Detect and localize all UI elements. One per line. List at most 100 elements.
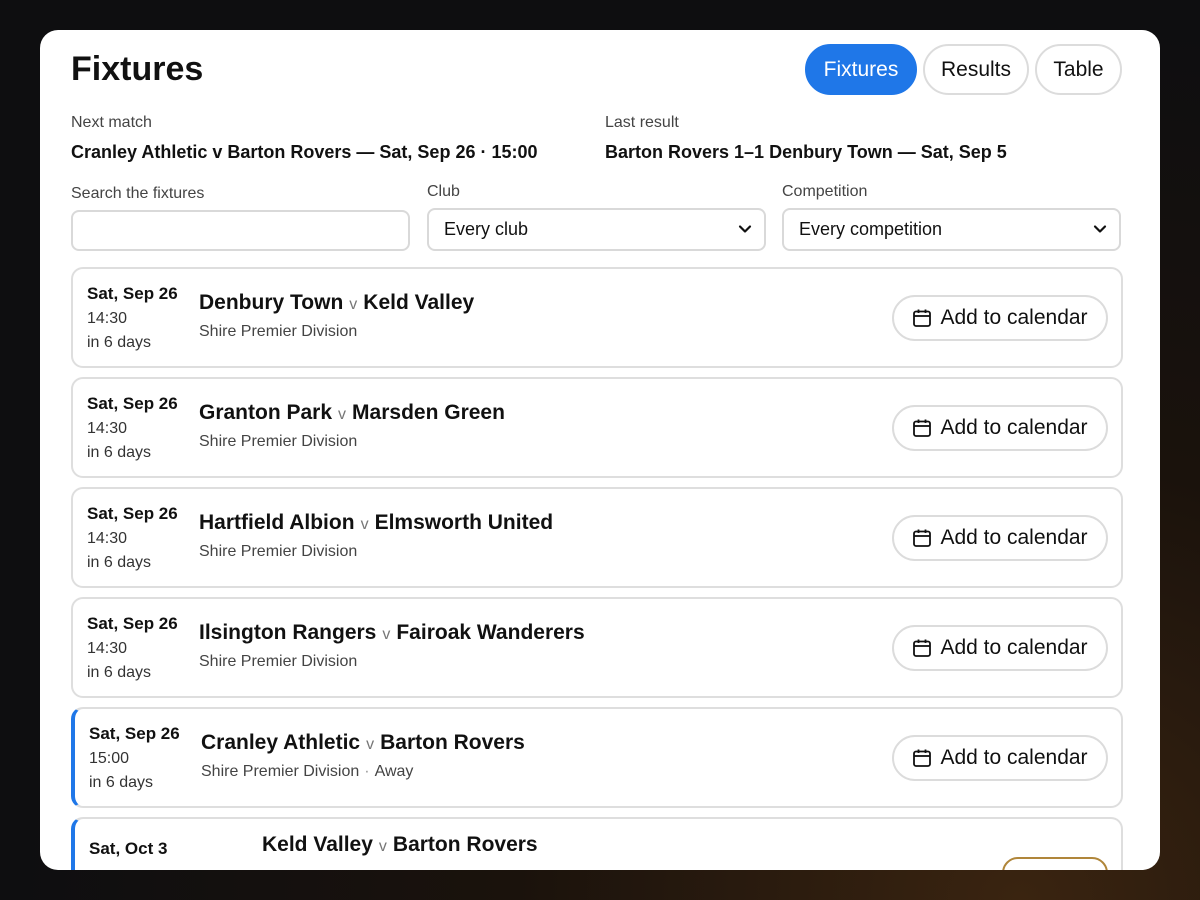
club-select[interactable]: Every club xyxy=(427,208,766,251)
home-team: Cranley Athletic xyxy=(201,731,361,754)
fixture-competition: Shire Premier Division xyxy=(199,653,358,670)
fixture-match: Hartfield Albion v Elmsworth United Shire … xyxy=(199,511,553,561)
fixture-datetime: Sat, Sep 26 14:30 in 6 days xyxy=(87,394,178,462)
fixture-competition: Shire Premier Division · Away xyxy=(201,763,525,781)
club-select-value: Every club xyxy=(444,219,529,239)
home-team: Denbury Town xyxy=(199,291,344,314)
competition-label: Competition xyxy=(782,183,868,200)
add-to-calendar-button[interactable]: Add to calendar xyxy=(892,295,1108,341)
add-to-calendar-label: Add to calendar xyxy=(940,746,1088,769)
calendar-icon xyxy=(913,639,932,657)
fixture-date: Sat, Oct 3 xyxy=(89,839,168,858)
page-title: Fixtures xyxy=(71,50,204,88)
fixture-time: 14:30 xyxy=(87,640,128,657)
away-team: Barton Rovers xyxy=(380,731,525,754)
fixture-relative: in 6 days xyxy=(87,664,152,681)
fixture-match: Denbury Town v Keld Valley Shire Premier D… xyxy=(199,291,474,341)
fixture-match: Cranley Athletic v Barton Rovers Shire Pre… xyxy=(201,731,525,781)
search-filter: Search the fixtures xyxy=(71,185,410,251)
fixture-datetime: Sat, Sep 26 14:30 in 6 days xyxy=(87,614,178,682)
calendar-icon xyxy=(913,419,932,437)
fixture-time: 14:30 xyxy=(87,530,128,547)
fixture-teams: Cranley Athletic v Barton Rovers xyxy=(201,731,525,755)
fixture-date: Sat, Sep 26 xyxy=(87,394,178,413)
away-team: Elmsworth United xyxy=(374,511,554,534)
fixture-match: Granton Park v Marsden Green Shire Premier… xyxy=(199,401,505,451)
competition-select-value: Every competition xyxy=(799,219,943,239)
fixture-time: 14:30 xyxy=(87,420,128,437)
versus: v xyxy=(366,736,375,753)
fixture-match: Keld Valley v Barton Rovers xyxy=(262,833,538,857)
add-to-calendar-label: Add to calendar xyxy=(940,416,1088,439)
fixture-teams: Hartfield Albion v Elmsworth United xyxy=(199,511,553,535)
status-badge xyxy=(1002,857,1108,870)
home-team: Keld Valley xyxy=(262,833,373,856)
fixture-date: Sat, Sep 26 xyxy=(87,284,178,303)
fixture-list: Sat, Sep 26 14:30 in 6 days Denbury Town… xyxy=(71,267,1123,870)
separator: · xyxy=(364,763,370,780)
fixture-row: Sat, Sep 26 14:30 in 6 days Hartfield Al… xyxy=(71,487,1123,588)
fixture-date: Sat, Sep 26 xyxy=(87,614,178,633)
fixture-relative: in 6 days xyxy=(87,334,152,351)
add-to-calendar-label: Add to calendar xyxy=(940,526,1088,549)
fixture-teams: Ilsington Rangers v Fairoak Wanderers xyxy=(199,621,585,645)
add-to-calendar-label: Add to calendar xyxy=(940,636,1088,659)
calendar-icon xyxy=(913,309,932,327)
add-to-calendar-button[interactable]: Add to calendar xyxy=(892,625,1108,671)
away-team: Fairoak Wanderers xyxy=(396,621,585,644)
fixture-competition: Shire Premier Division xyxy=(199,543,358,560)
fixture-row-own-club: Sat, Oct 3 Keld Valley v Barton Rovers xyxy=(71,817,1123,870)
venue-badge: Away xyxy=(374,763,414,780)
fixture-datetime: Sat, Oct 3 xyxy=(89,839,167,859)
add-to-calendar-label: Add to calendar xyxy=(940,306,1088,329)
fixture-relative: in 6 days xyxy=(87,554,152,571)
fixture-teams: Keld Valley v Barton Rovers xyxy=(262,833,538,857)
fixtures-card: Fixtures Fixtures Results Table Next mat… xyxy=(40,30,1160,870)
tab-results[interactable]: Results xyxy=(923,44,1029,95)
search-input[interactable] xyxy=(71,210,410,251)
fixture-row-own-club: Sat, Sep 26 15:00 in 6 days Cranley Athl… xyxy=(71,707,1123,808)
home-team: Ilsington Rangers xyxy=(199,621,377,644)
last-result-label: Last result xyxy=(605,114,679,131)
calendar-icon xyxy=(913,529,932,547)
fixture-relative: in 6 days xyxy=(89,774,154,791)
fixture-relative: in 6 days xyxy=(87,444,152,461)
view-tabs: Fixtures Results Table xyxy=(805,44,1122,95)
competition-name: Shire Premier Division xyxy=(201,763,360,780)
home-team: Hartfield Albion xyxy=(199,511,355,534)
add-to-calendar-button[interactable]: Add to calendar xyxy=(892,405,1108,451)
add-to-calendar-button[interactable]: Add to calendar xyxy=(892,735,1108,781)
fixture-date: Sat, Sep 26 xyxy=(89,724,180,743)
versus: v xyxy=(360,516,369,533)
fixture-teams: Denbury Town v Keld Valley xyxy=(199,291,474,315)
away-team: Marsden Green xyxy=(352,401,505,424)
fixture-teams: Granton Park v Marsden Green xyxy=(199,401,505,425)
home-team: Granton Park xyxy=(199,401,333,424)
fixture-datetime: Sat, Sep 26 14:30 in 6 days xyxy=(87,504,178,572)
search-label: Search the fixtures xyxy=(71,185,205,202)
fixture-date: Sat, Sep 26 xyxy=(87,504,178,523)
fixture-time: 14:30 xyxy=(87,310,128,327)
chevron-down-icon xyxy=(738,225,752,233)
away-team: Keld Valley xyxy=(363,291,475,314)
tab-table[interactable]: Table xyxy=(1035,44,1122,95)
away-team: Barton Rovers xyxy=(392,833,538,856)
fixture-row: Sat, Sep 26 14:30 in 6 days Granton Park… xyxy=(71,377,1123,478)
competition-select[interactable]: Every competition xyxy=(782,208,1121,251)
club-filter: Club Every club xyxy=(427,183,766,251)
add-to-calendar-button[interactable]: Add to calendar xyxy=(892,515,1108,561)
versus: v xyxy=(382,626,391,643)
fixture-datetime: Sat, Sep 26 14:30 in 6 days xyxy=(87,284,178,352)
fixture-match: Ilsington Rangers v Fairoak Wanderers Shir… xyxy=(199,621,585,671)
last-result-value: Barton Rovers 1–1 Denbury Town — Sat, Se… xyxy=(605,142,1007,162)
fixture-time: 15:00 xyxy=(89,750,130,767)
fixture-competition: Shire Premier Division xyxy=(199,433,358,450)
next-match-summary: Next match Cranley Athletic v Barton Rov… xyxy=(71,114,538,163)
fixture-row: Sat, Sep 26 14:30 in 6 days Denbury Town… xyxy=(71,267,1123,368)
club-label: Club xyxy=(427,183,460,200)
chevron-down-icon xyxy=(1093,225,1107,233)
versus: v xyxy=(378,838,387,855)
fixture-competition: Shire Premier Division xyxy=(199,323,358,340)
tab-fixtures[interactable]: Fixtures xyxy=(805,44,917,95)
next-match-value: Cranley Athletic v Barton Rovers — Sat, … xyxy=(71,142,538,162)
